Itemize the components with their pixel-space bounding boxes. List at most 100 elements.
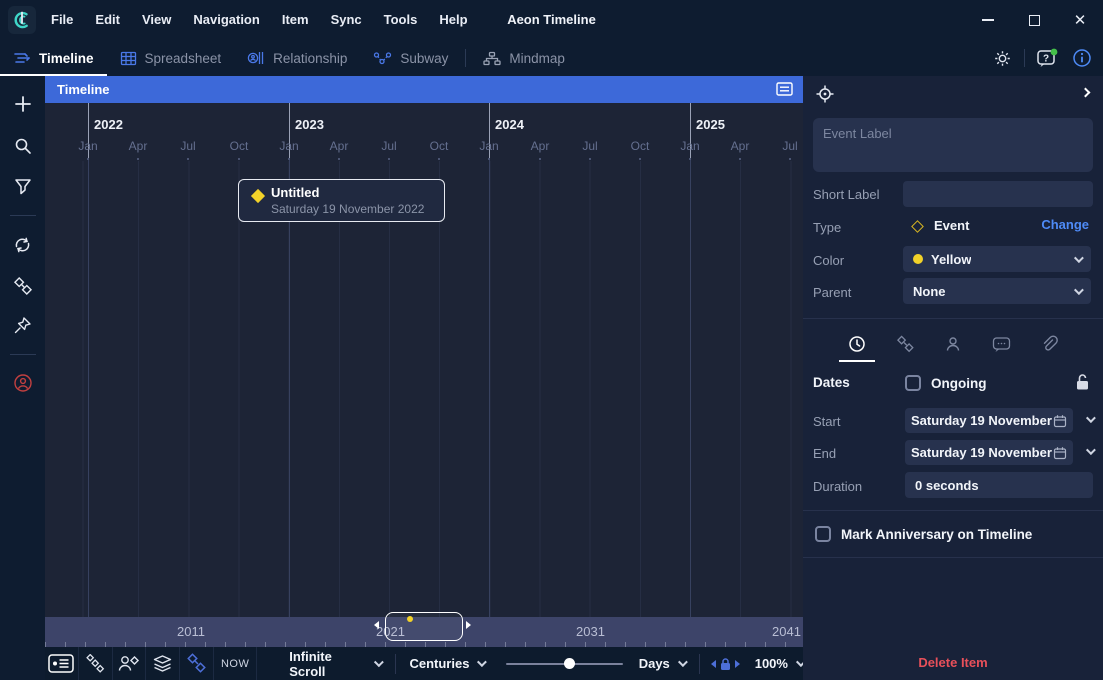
tab-people-icon[interactable] xyxy=(943,334,963,354)
label-display-toggle-icon[interactable] xyxy=(45,647,79,680)
color-swatch-yellow xyxy=(913,254,923,264)
axis-month: Jan xyxy=(670,139,710,153)
start-date-chevron-icon[interactable] xyxy=(1086,413,1096,423)
end-date-chevron-icon[interactable] xyxy=(1086,445,1096,455)
search-icon[interactable] xyxy=(11,134,35,158)
tab-relationship[interactable]: Relationship xyxy=(234,40,360,76)
axis-year: 2022 xyxy=(94,117,123,132)
anniversary-label: Mark Anniversary on Timeline xyxy=(841,527,1032,542)
anniversary-checkbox[interactable] xyxy=(815,526,831,542)
zoom-slider[interactable] xyxy=(506,663,622,665)
event-card[interactable]: Untitled Saturday 19 November 2022 xyxy=(238,179,445,222)
pan-lock-control[interactable] xyxy=(711,657,740,671)
minimap-scroll-right-icon[interactable] xyxy=(466,621,471,629)
app-window: File Edit View Navigation Item Sync Tool… xyxy=(0,0,1103,680)
sync-icon[interactable] xyxy=(11,233,35,257)
start-date-field[interactable]: Saturday 19 November 2022 xyxy=(905,408,1073,433)
color-label: Color xyxy=(813,253,844,268)
timeline-canvas[interactable]: 2022 2023 2024 2025 Jan Apr Jul Oct Jan … xyxy=(45,103,803,617)
unit-dropdown[interactable]: Days xyxy=(639,656,685,671)
menu-edit[interactable]: Edit xyxy=(84,0,131,40)
pin-icon[interactable] xyxy=(11,313,35,337)
tab-subway[interactable]: Subway xyxy=(360,40,461,76)
axis-month: Oct xyxy=(419,139,459,153)
event-type-diamond-icon xyxy=(251,189,265,203)
filter-icon[interactable] xyxy=(11,174,35,198)
scatter-view-icon[interactable] xyxy=(79,647,113,680)
menu-file[interactable]: File xyxy=(40,0,84,40)
zoom-slider-thumb[interactable] xyxy=(564,658,575,669)
change-type-link[interactable]: Change xyxy=(1041,217,1089,232)
bottom-toolbar: NOW Infinite Scroll Centuries Days 100% xyxy=(45,647,803,680)
tab-attachments-paperclip-icon[interactable] xyxy=(1039,334,1059,354)
duration-field[interactable]: 0 seconds xyxy=(905,472,1093,498)
view-tab-bar: Timeline Spreadsheet Relationship xyxy=(0,40,1103,76)
active-tab-underline xyxy=(839,360,875,362)
tab-mindmap[interactable]: Mindmap xyxy=(470,40,578,76)
now-button[interactable]: NOW xyxy=(214,647,257,680)
info-icon[interactable] xyxy=(1069,45,1095,71)
add-item-icon[interactable] xyxy=(11,92,35,116)
spreadsheet-icon xyxy=(120,51,137,66)
menu-bar: File Edit View Navigation Item Sync Tool… xyxy=(40,0,479,40)
dates-lock-icon[interactable] xyxy=(1075,373,1090,391)
menu-item[interactable]: Item xyxy=(271,0,320,40)
type-value: Event xyxy=(934,218,969,233)
ongoing-checkbox[interactable] xyxy=(905,375,921,391)
range-dropdown[interactable]: Centuries xyxy=(409,656,484,671)
end-label: End xyxy=(813,446,836,461)
tab-timeline[interactable]: Timeline xyxy=(0,40,107,76)
event-card-date: Saturday 19 November 2022 xyxy=(271,202,424,216)
locate-target-icon[interactable] xyxy=(815,84,835,104)
axis-month: Jul xyxy=(770,139,803,153)
relationship-diamonds-icon[interactable] xyxy=(11,274,35,298)
tab-relationships-icon[interactable] xyxy=(895,334,915,354)
menu-help[interactable]: Help xyxy=(428,0,478,40)
lock-icon xyxy=(719,657,732,671)
minimap-year: 2011 xyxy=(177,624,205,639)
collapse-panel-chevron-icon[interactable] xyxy=(1081,88,1091,98)
axis-month: Jan xyxy=(469,139,509,153)
end-date-field[interactable]: Saturday 19 November 2022 xyxy=(905,440,1073,465)
delete-item-button[interactable]: Delete Item xyxy=(803,655,1103,670)
axis-month: Jul xyxy=(168,139,208,153)
subway-icon xyxy=(373,51,392,66)
menu-navigation[interactable]: Navigation xyxy=(182,0,270,40)
zoom-percent-dropdown[interactable]: 100% xyxy=(755,656,803,671)
help-bubble-icon[interactable]: ? xyxy=(1034,45,1060,71)
close-button[interactable]: ✕ xyxy=(1057,0,1103,40)
panel-collapse-icon[interactable] xyxy=(776,82,793,96)
account-alert-icon[interactable] xyxy=(11,371,35,395)
axis-year: 2024 xyxy=(495,117,524,132)
minimap-event-dot xyxy=(407,616,413,622)
maximize-button[interactable] xyxy=(1011,0,1057,40)
menu-view[interactable]: View xyxy=(131,0,182,40)
scroll-mode-dropdown[interactable]: Infinite Scroll xyxy=(289,649,380,679)
inspector-panel: Short Label Type Event Change Color Yell… xyxy=(803,76,1103,680)
chevron-down-icon xyxy=(477,657,487,667)
settings-gear-icon[interactable] xyxy=(989,45,1015,71)
timeline-icon xyxy=(13,50,31,66)
parent-dropdown[interactable]: None xyxy=(903,278,1091,304)
tab-separator xyxy=(465,49,466,67)
tab-dates-clock-icon[interactable] xyxy=(847,334,867,354)
dates-section-label: Dates xyxy=(813,375,850,390)
event-label-input[interactable] xyxy=(813,118,1093,172)
menu-tools[interactable]: Tools xyxy=(373,0,429,40)
minimize-button[interactable] xyxy=(965,0,1011,40)
chevron-down-icon xyxy=(678,657,688,667)
menu-sync[interactable]: Sync xyxy=(320,0,373,40)
tab-spreadsheet[interactable]: Spreadsheet xyxy=(107,40,235,76)
person-group-view-icon[interactable] xyxy=(113,647,147,680)
layers-view-icon[interactable] xyxy=(146,647,180,680)
axis-month: Jul xyxy=(570,139,610,153)
tab-notes-comment-icon[interactable] xyxy=(991,334,1011,354)
color-dropdown[interactable]: Yellow xyxy=(903,246,1091,272)
sidebar-divider xyxy=(10,354,36,355)
relationship-lines-toggle-icon[interactable] xyxy=(180,647,214,680)
timeline-panel-header: Timeline xyxy=(45,76,803,103)
tab-bar-right-icons: ? xyxy=(989,40,1095,76)
short-label-input[interactable] xyxy=(903,181,1093,207)
minimap-scroll-left-icon[interactable] xyxy=(374,621,379,629)
minimap-viewport[interactable] xyxy=(385,612,463,641)
